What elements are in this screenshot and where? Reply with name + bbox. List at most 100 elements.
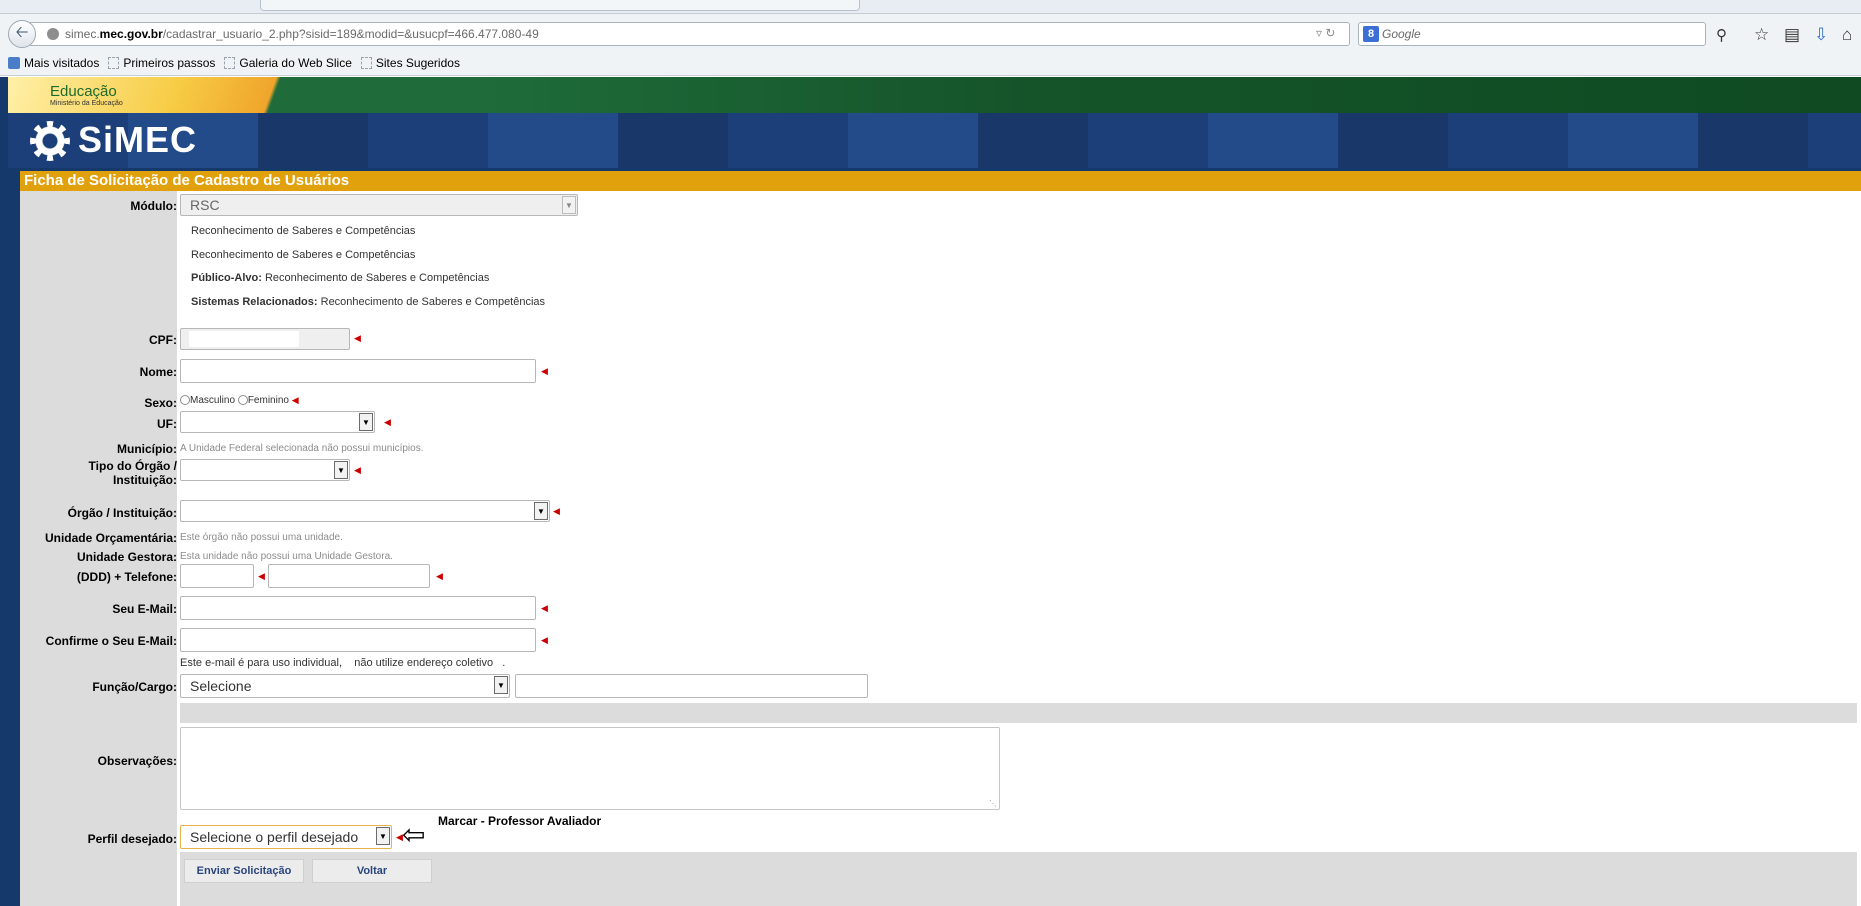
municipio-info: A Unidade Federal selecionada não possui… [180, 443, 424, 454]
unidade-orcamentaria-info: Este órgão não possui uma unidade. [180, 532, 343, 543]
registration-form: Módulo: RSC ▼ Reconhecimento de Saberes … [20, 191, 1861, 906]
chevron-down-icon: ▼ [376, 827, 390, 845]
required-icon: ◀ [291, 395, 299, 405]
download-icon[interactable]: ⇩ [1814, 25, 1828, 45]
confirm-email-label: Confirme o Seu E-Mail: [45, 634, 177, 648]
chevron-down-icon: ▼ [334, 461, 348, 479]
gear-icon [30, 121, 70, 161]
bookmark-icon [108, 56, 120, 69]
confirm-email-input[interactable] [180, 628, 536, 652]
sexo-options: Masculino Feminino ◀ [180, 395, 299, 406]
gov-header-bar: Educação Ministério da Educação [8, 77, 1861, 113]
perfil-value: Selecione o perfil desejado [190, 829, 359, 845]
required-icon: ◀ [354, 333, 361, 343]
bookmarks-bar: Mais visitados Primeiros passos Galeria … [0, 50, 1861, 76]
perfil-label: Perfil desejado: [87, 832, 177, 846]
address-bar[interactable]: simec.mec.gov.br/cadastrar_usuario_2.php… [30, 22, 1350, 46]
radio-masculino[interactable] [180, 395, 190, 406]
annotation-text: Marcar - Professor Avaliador [438, 814, 602, 828]
simec-banner: SiMEC [8, 113, 1861, 168]
unidade-orcamentaria-label: Unidade Orçamentária: [44, 531, 177, 545]
required-icon: ◀ [541, 366, 548, 376]
submit-button[interactable]: Enviar Solicitação [184, 859, 304, 883]
observacoes-label: Observações: [97, 754, 177, 768]
reload-icon[interactable]: ▿ ↻ [1316, 26, 1335, 40]
chevron-down-icon: ▼ [562, 196, 576, 214]
arrow-left-icon: ⇦ [402, 819, 426, 850]
telefone-input[interactable] [268, 564, 430, 588]
funcao-outro-input[interactable] [515, 674, 868, 698]
telefone-label: (DDD) + Telefone: [76, 570, 177, 584]
unidade-gestora-info: Esta unidade não possui uma Unidade Gest… [180, 551, 393, 562]
required-icon: ◀ [354, 465, 361, 475]
funcao-select[interactable]: Selecione ▼ [180, 674, 510, 698]
orgao-label: Órgão / Instituição: [67, 506, 177, 520]
form-title: Ficha de Solicitação de Cadastro de Usuá… [20, 171, 1861, 191]
tipo-orgao-select[interactable]: ▼ [180, 459, 350, 481]
funcao-value: Selecione [190, 678, 252, 694]
bookmark-icon [360, 56, 372, 69]
page: Educação Ministério da Educação SiMEC Fi… [0, 77, 1861, 906]
sexo-label: Sexo: [144, 396, 177, 410]
back-button[interactable]: 🡠 [8, 20, 36, 48]
url-text: simec.mec.gov.br/cadastrar_usuario_2.php… [65, 27, 539, 41]
nome-input[interactable] [180, 359, 536, 383]
unidade-gestora-label: Unidade Gestora: [76, 550, 177, 564]
back-arrow-icon: 🡠 [15, 23, 29, 41]
cpf-mask [189, 331, 299, 347]
sistemas-relacionados: Sistemas Relacionados: Reconhecimento de… [191, 296, 546, 308]
bookmarks-list-icon[interactable]: ▤ [1784, 25, 1800, 45]
bookmark-item[interactable]: Galeria do Web Slice [224, 56, 352, 70]
required-icon: ◀ [258, 571, 265, 581]
chevron-down-icon: ▼ [534, 502, 548, 520]
globe-icon [47, 28, 59, 40]
radio-feminino[interactable] [237, 395, 248, 406]
search-icon[interactable]: ⚲ [1716, 26, 1727, 44]
chevron-down-icon: ▼ [359, 413, 373, 431]
modulo-desc: Reconhecimento de Saberes e Competências [191, 225, 416, 237]
email-input[interactable] [180, 596, 536, 620]
municipio-label: Município: [117, 442, 177, 456]
required-icon: ◀ [541, 603, 548, 613]
tipo-orgao-label: Tipo do Órgão / Instituição: [88, 459, 177, 487]
search-placeholder: Google [1382, 27, 1421, 41]
bookmark-item[interactable]: Sites Sugeridos [360, 56, 460, 70]
email-note: Este e-mail é para uso individual, não u… [180, 657, 506, 669]
required-icon: ◀ [436, 571, 443, 581]
bookmark-star-icon[interactable]: ☆ [1754, 25, 1769, 45]
back-button[interactable]: Voltar [312, 859, 432, 883]
email-label: Seu E-Mail: [112, 602, 177, 616]
browser-nav-bar: simec.mec.gov.br/cadastrar_usuario_2.php… [0, 14, 1861, 50]
perfil-select[interactable]: Selecione o perfil desejado ▼ [180, 825, 392, 849]
section-divider [180, 703, 1857, 723]
modulo-desc: Reconhecimento de Saberes e Competências [191, 249, 416, 261]
uf-label: UF: [157, 417, 177, 431]
modulo-value: RSC [190, 197, 220, 213]
cpf-label: CPF: [149, 333, 177, 347]
publico-alvo: Público-Alvo: Reconhecimento de Saberes … [191, 272, 490, 284]
bookmark-item[interactable]: Mais visitados [8, 56, 99, 70]
ddd-input[interactable] [180, 564, 254, 588]
bookmark-icon [224, 56, 236, 69]
modulo-select: RSC ▼ [180, 194, 578, 216]
resize-handle-icon[interactable]: ⋱ [989, 799, 997, 808]
observacoes-textarea[interactable]: ⋱ [180, 727, 1000, 810]
browser-tab[interactable] [260, 0, 860, 11]
gov-title[interactable]: Educação [50, 83, 117, 100]
browser-tab-bar [0, 0, 1861, 14]
label-column [20, 191, 177, 906]
funcao-label: Função/Cargo: [92, 680, 177, 694]
home-icon[interactable]: ⌂ [1842, 25, 1852, 45]
bookmark-icon [8, 56, 20, 69]
chevron-down-icon: ▼ [494, 676, 508, 694]
required-icon: ◀ [553, 506, 560, 516]
bookmark-item[interactable]: Primeiros passos [108, 56, 215, 70]
uf-select[interactable]: ▼ [180, 411, 375, 433]
gov-subtitle: Ministério da Educação [50, 100, 123, 107]
modulo-label: Módulo: [130, 199, 177, 213]
search-input[interactable]: 8 Google [1358, 22, 1706, 46]
orgao-select[interactable]: ▼ [180, 500, 550, 522]
cpf-field [180, 328, 350, 350]
google-icon: 8 [1363, 26, 1379, 42]
required-icon: ◀ [541, 635, 548, 645]
